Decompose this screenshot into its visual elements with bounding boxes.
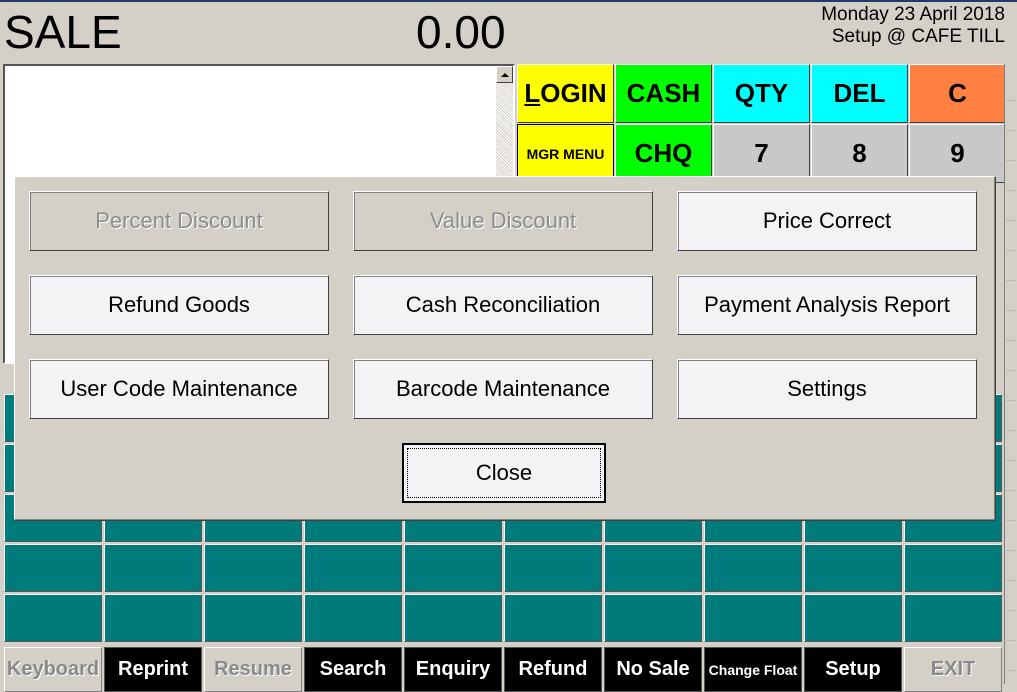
edge-tick: [1006, 550, 1016, 551]
edge-tick: [1006, 520, 1016, 521]
product-button[interactable]: [4, 594, 102, 642]
edge-tick: [1006, 580, 1016, 581]
resume-button[interactable]: Resume: [204, 647, 302, 692]
cash-key[interactable]: CASH: [615, 64, 712, 123]
no-sale-button[interactable]: No Sale: [604, 647, 702, 692]
barcode-maintenance-button[interactable]: Barcode Maintenance: [353, 359, 653, 419]
product-button[interactable]: [4, 544, 102, 592]
edge-tick: [1006, 610, 1016, 611]
product-button[interactable]: [704, 544, 802, 592]
login-key-label: LOGIN: [524, 78, 606, 109]
login-key[interactable]: LOGIN: [517, 64, 614, 123]
date-user-panel: Monday 23 April 2018 Setup @ CAFE TILL: [821, 4, 1005, 48]
payment-analysis-report-button[interactable]: Payment Analysis Report: [677, 275, 977, 335]
edge-tick: [1006, 400, 1016, 401]
edge-tick: [1006, 160, 1016, 161]
bottom-toolbar: Keyboard Reprint Resume Search Enquiry Refund…: [4, 647, 1004, 692]
del-key[interactable]: DEL: [811, 64, 908, 123]
clear-key[interactable]: C: [909, 64, 1006, 123]
chq-key[interactable]: CHQ: [615, 124, 712, 183]
settings-button[interactable]: Settings: [677, 359, 977, 419]
product-button[interactable]: [104, 544, 202, 592]
edge-tick: [1006, 490, 1016, 491]
digit-7-key[interactable]: 7: [713, 124, 810, 183]
product-button[interactable]: [604, 544, 702, 592]
product-button[interactable]: [904, 594, 1002, 642]
user-location: Setup @ CAFE TILL: [831, 26, 1005, 47]
product-button[interactable]: [504, 594, 602, 642]
scroll-up-button[interactable]: [496, 66, 513, 83]
product-button[interactable]: [304, 594, 402, 642]
edge-tick: [1006, 250, 1016, 251]
refund-goods-button[interactable]: Refund Goods: [29, 275, 329, 335]
product-button[interactable]: [804, 594, 902, 642]
edge-tick: [1006, 220, 1016, 221]
mode-title: SALE: [4, 6, 122, 58]
digit-8-key[interactable]: 8: [811, 124, 908, 183]
edge-tick: [1006, 280, 1016, 281]
user-code-maintenance-button[interactable]: User Code Maintenance: [29, 359, 329, 419]
product-button[interactable]: [704, 594, 802, 642]
cash-reconciliation-button[interactable]: Cash Reconciliation: [353, 275, 653, 335]
setup-button[interactable]: Setup: [804, 647, 902, 692]
product-button[interactable]: [304, 544, 402, 592]
focus-rectangle: [407, 448, 601, 498]
edge-tick: [1006, 670, 1016, 671]
edge-tick: [1006, 340, 1016, 341]
price-correct-button[interactable]: Price Correct: [677, 191, 977, 251]
edge-tick: [1006, 460, 1016, 461]
qty-key[interactable]: QTY: [713, 64, 810, 123]
product-button[interactable]: [504, 544, 602, 592]
product-button[interactable]: [204, 594, 302, 642]
product-button[interactable]: [904, 544, 1002, 592]
login-key-rest: OGIN: [540, 78, 607, 108]
enquiry-button[interactable]: Enquiry: [404, 647, 502, 692]
current-date: Monday 23 April 2018: [821, 4, 1005, 25]
exit-button[interactable]: EXIT: [904, 647, 1002, 692]
login-key-mnemonic: L: [524, 78, 541, 108]
window-top-border: [0, 0, 1017, 2]
search-button[interactable]: Search: [304, 647, 402, 692]
product-button[interactable]: [404, 544, 502, 592]
edge-tick: [1006, 430, 1016, 431]
change-float-button[interactable]: Change Float: [704, 647, 802, 692]
edge-tick: [1006, 190, 1016, 191]
product-button[interactable]: [604, 594, 702, 642]
product-button[interactable]: [404, 594, 502, 642]
keyboard-button[interactable]: Keyboard: [4, 647, 102, 692]
arrow-up-icon: [500, 72, 509, 77]
refund-button[interactable]: Refund: [504, 647, 602, 692]
edge-tick: [1006, 100, 1016, 101]
reprint-button[interactable]: Reprint: [104, 647, 202, 692]
close-button[interactable]: Close: [402, 443, 606, 503]
product-button[interactable]: [104, 594, 202, 642]
product-button[interactable]: [204, 544, 302, 592]
edge-tick: [1006, 640, 1016, 641]
mgr-menu-key[interactable]: MGR MENU: [517, 124, 614, 183]
edge-tick: [1006, 370, 1016, 371]
edge-tick: [1006, 310, 1016, 311]
window-right-edge: [1004, 64, 1017, 684]
product-button[interactable]: [804, 544, 902, 592]
digit-9-key[interactable]: 9: [909, 124, 1006, 183]
edge-tick: [1006, 130, 1016, 131]
value-discount-button[interactable]: Value Discount: [353, 191, 653, 251]
percent-discount-button[interactable]: Percent Discount: [29, 191, 329, 251]
sale-total: 0.00: [416, 6, 506, 58]
manager-menu-dialog: Percent Discount Value Discount Price Co…: [14, 176, 995, 520]
